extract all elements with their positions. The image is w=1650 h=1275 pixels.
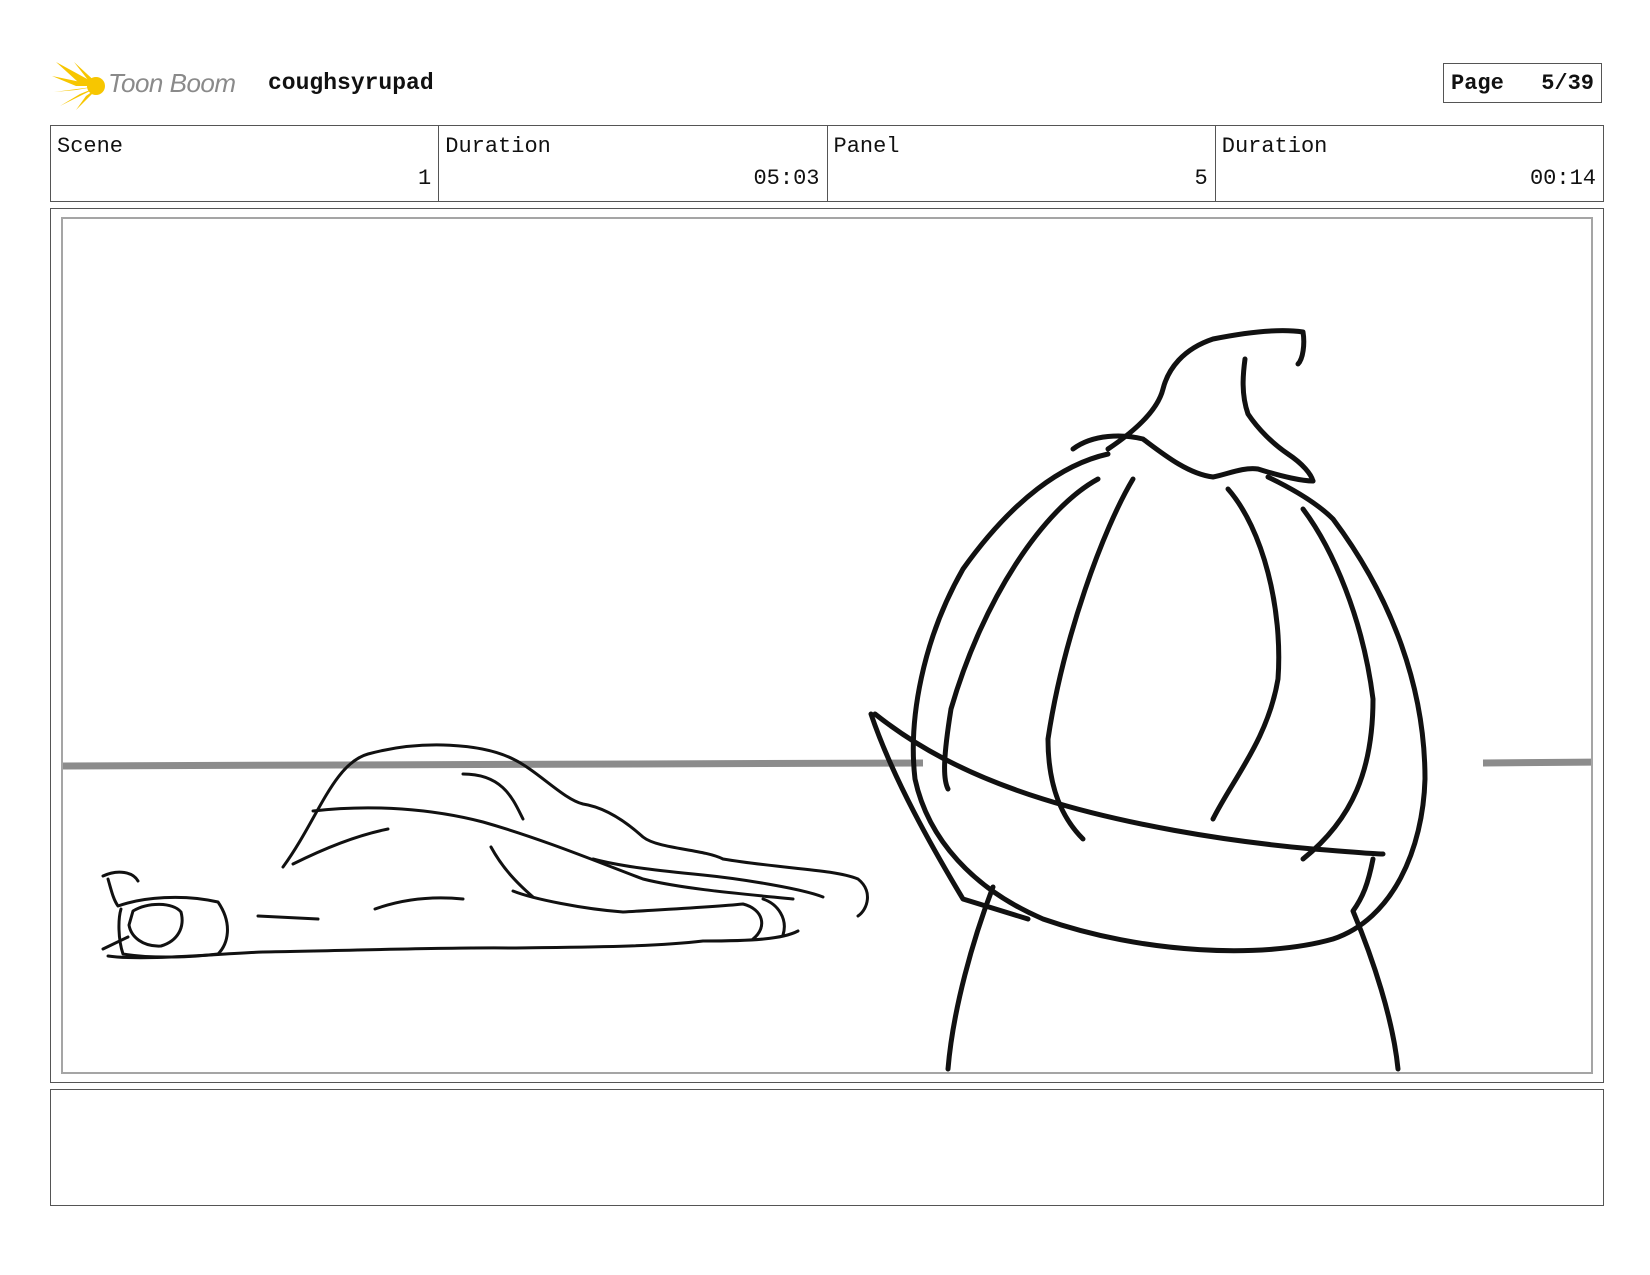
logo-text: Toon Boom	[108, 68, 236, 98]
sketch-drawing	[63, 328, 1591, 1072]
page-indicator: Page 5/39	[1443, 63, 1602, 103]
starburst-icon	[52, 62, 105, 110]
scene-cell: Scene 1	[51, 126, 440, 201]
notes-box	[50, 1089, 1604, 1206]
horizon-line	[63, 758, 1591, 770]
panel-duration-value: 00:14	[1529, 166, 1596, 191]
panel-info-table: Scene 1 Duration 05:03 Panel 5 Duration …	[50, 125, 1604, 202]
panel-label: Panel	[833, 134, 900, 159]
scene-label: Scene	[57, 134, 124, 159]
scene-value: 1	[418, 166, 432, 191]
page-label: Page	[1451, 70, 1504, 96]
scene-duration-label: Duration	[445, 134, 551, 159]
scene-duration-value: 05:03	[753, 166, 820, 191]
page-number: 5/39	[1541, 70, 1594, 96]
storyboard-panel	[50, 208, 1604, 1083]
panel-value: 5	[1194, 166, 1208, 191]
scene-duration-cell: Duration 05:03	[439, 126, 828, 201]
round-figure-sketch	[868, 328, 1428, 1072]
toon-boom-logo: Toon Boom	[52, 56, 252, 114]
panel-image-area	[61, 217, 1593, 1074]
panel-duration-label: Duration	[1221, 134, 1328, 159]
project-name: coughsyrupad	[268, 70, 434, 96]
panel-duration-cell: Duration 00:14	[1216, 126, 1603, 201]
panel-cell: Panel 5	[828, 126, 1216, 201]
lying-horse-sketch	[101, 743, 869, 960]
